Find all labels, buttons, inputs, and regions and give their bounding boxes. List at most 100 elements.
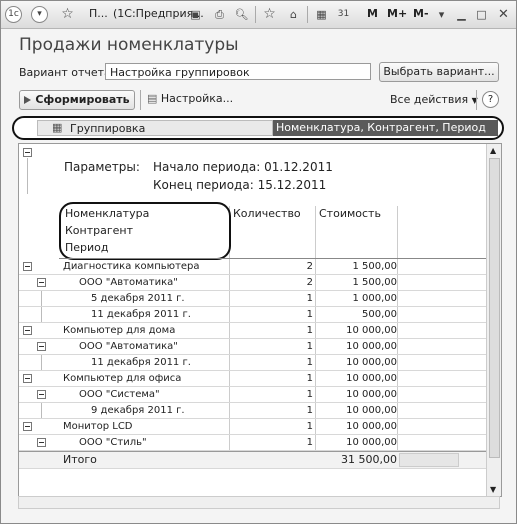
tree-line (41, 307, 42, 322)
row-name: ООО "Автоматика" (79, 277, 178, 288)
all-actions-label: Все действия (390, 93, 469, 106)
table-row: ООО "Система" 1 10 000,00 (19, 387, 487, 403)
menu-chevron-icon[interactable]: ▾ (31, 6, 48, 23)
collapse-icon[interactable] (23, 148, 32, 157)
tree-line (41, 355, 42, 370)
row-name: 5 декабря 2011 г. (91, 293, 185, 304)
period-end: Конец периода: 15.12.2011 (153, 178, 327, 192)
row-name: ООО "Стиль" (79, 437, 147, 448)
title-bar: 1c ▾ ☆ П... (1С:Предприя... ▣ ⎙ 🔍︎ ☆ ⌂ ▦… (1, 1, 516, 29)
memory-button[interactable]: M (367, 7, 378, 20)
row-cost: 10 000,00 (346, 437, 397, 448)
separator (255, 6, 256, 23)
table-row: 11 декабря 2011 г. 1 500,00 (19, 307, 487, 323)
bookmark-icon[interactable]: ⌂ (285, 6, 302, 23)
row-name: ООО "Автоматика" (79, 341, 178, 352)
tree-line (27, 158, 28, 194)
total-cost: 31 500,00 (341, 453, 397, 466)
close-icon[interactable]: ✕ (495, 6, 512, 23)
table-row: Диагностика компьютера 2 1 500,00 (19, 259, 487, 275)
scroll-up-icon[interactable]: ▲ (490, 146, 496, 155)
collapse-icon[interactable] (37, 438, 46, 447)
help-icon[interactable]: ? (482, 91, 499, 108)
row-quantity: 1 (306, 309, 313, 320)
table-row: Монитор LCD 1 10 000,00 (19, 419, 487, 435)
row-quantity: 1 (306, 421, 313, 432)
variant-field[interactable]: Настройка группировок (105, 63, 371, 80)
collapse-icon[interactable] (23, 262, 32, 271)
row-name: Компьютер для дома (63, 325, 176, 336)
table-row: 11 декабря 2011 г. 1 10 000,00 (19, 355, 487, 371)
separator (307, 6, 308, 23)
preview-icon[interactable]: 🔍︎ (233, 6, 250, 23)
row-cost: 500,00 (362, 309, 397, 320)
row-quantity: 1 (306, 341, 313, 352)
choose-variant-button[interactable]: Выбрать вариант... (379, 62, 499, 82)
report-window: 1c ▾ ☆ П... (1С:Предприя... ▣ ⎙ 🔍︎ ☆ ⌂ ▦… (0, 0, 517, 524)
memory-minus-button[interactable]: M- (413, 7, 429, 20)
row-quantity: 2 (306, 277, 313, 288)
row-name: ООО "Система" (79, 389, 160, 400)
collapse-icon[interactable] (23, 374, 32, 383)
row-cost: 10 000,00 (346, 341, 397, 352)
all-actions-menu[interactable]: Все действия ▼ (390, 93, 478, 106)
collapse-icon[interactable] (23, 326, 32, 335)
header-cost: Стоимость (319, 207, 381, 220)
row-cost: 1 500,00 (352, 261, 397, 272)
table-row: ООО "Стиль" 1 10 000,00 (19, 435, 487, 451)
row-cost: 1 500,00 (352, 277, 397, 288)
period-start: Начало периода: 01.12.2011 (153, 160, 333, 174)
row-quantity: 1 (306, 389, 313, 400)
table-row: Компьютер для дома 1 10 000,00 (19, 323, 487, 339)
window-tab[interactable]: П... (89, 7, 108, 20)
variant-label: Вариант отчета: (19, 66, 115, 79)
total-label: Итого (63, 453, 97, 466)
collapse-icon[interactable] (37, 342, 46, 351)
scroll-down-icon[interactable]: ▼ (490, 485, 496, 494)
row-quantity: 1 (306, 373, 313, 384)
collapse-icon[interactable] (37, 278, 46, 287)
settings-button[interactable]: ▤ Настройка... (147, 92, 233, 105)
maximize-icon[interactable]: □ (473, 6, 490, 23)
calendar-icon[interactable]: 31 (335, 6, 352, 23)
table-row: Компьютер для офиса 1 10 000,00 (19, 371, 487, 387)
table-row: ООО "Автоматика" 1 10 000,00 (19, 339, 487, 355)
1c-logo-icon[interactable]: 1c (5, 6, 22, 23)
row-cost: 10 000,00 (346, 421, 397, 432)
total-empty-cell (399, 453, 459, 467)
star-icon[interactable]: ☆ (59, 6, 76, 23)
row-cost: 10 000,00 (346, 389, 397, 400)
row-name: Диагностика компьютера (63, 261, 200, 272)
header-highlight (59, 202, 231, 260)
dropdown-icon[interactable]: ▾ (433, 6, 450, 23)
table-row: 9 декабря 2011 г. 1 10 000,00 (19, 403, 487, 419)
calculator-icon[interactable]: ▦ (313, 6, 330, 23)
grouping-value[interactable]: Номенклатура, Контрагент, Период (273, 120, 498, 136)
row-cost: 10 000,00 (346, 405, 397, 416)
tree-line (41, 403, 42, 418)
report-area[interactable]: Параметры: Начало периода: 01.12.2011 Ко… (18, 143, 502, 497)
row-name: Компьютер для офиса (63, 373, 182, 384)
grouping-cell[interactable]: ▦ Группировка (37, 120, 273, 136)
row-name: 11 декабря 2011 г. (91, 309, 191, 320)
memory-plus-button[interactable]: M+ (387, 7, 407, 20)
print-icon[interactable]: ⎙ (211, 6, 228, 23)
vertical-scrollbar[interactable]: ▲ ▼ (486, 144, 501, 496)
scroll-thumb[interactable] (489, 158, 500, 458)
row-cost: 10 000,00 (346, 373, 397, 384)
table-row: 5 декабря 2011 г. 1 1 000,00 (19, 291, 487, 307)
generate-button[interactable]: Сформировать (19, 90, 135, 110)
row-name: Монитор LCD (63, 421, 133, 432)
row-quantity: 1 (306, 325, 313, 336)
save-icon[interactable]: ▣ (187, 6, 204, 23)
row-cost: 10 000,00 (346, 325, 397, 336)
horizontal-scrollbar[interactable] (18, 496, 500, 509)
favorite-icon[interactable]: ☆ (261, 6, 278, 23)
minimize-icon[interactable]: ▁ (453, 6, 470, 23)
total-row: Итого 31 500,00 (19, 451, 487, 469)
page-title: Продажи номенклатуры (19, 35, 239, 55)
collapse-icon[interactable] (23, 422, 32, 431)
row-quantity: 2 (306, 261, 313, 272)
collapse-icon[interactable] (37, 390, 46, 399)
calendar-day: 31 (337, 9, 350, 19)
